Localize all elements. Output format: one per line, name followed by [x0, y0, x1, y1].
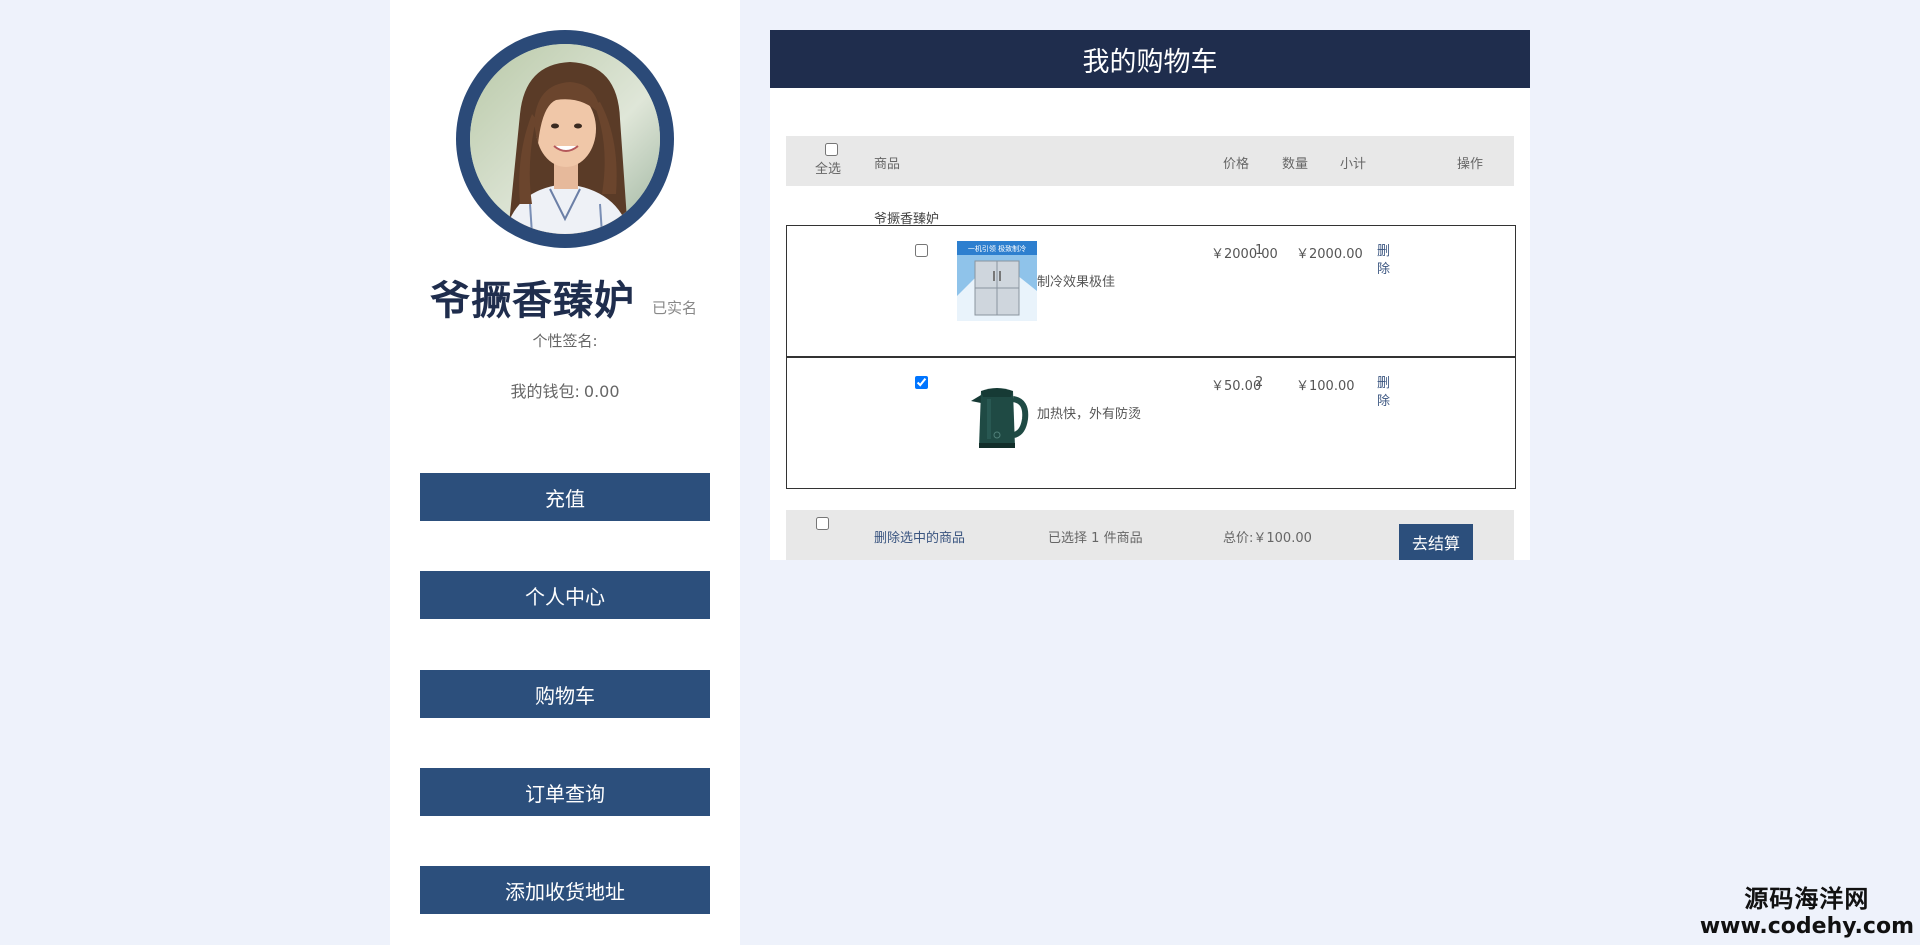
- selected-count-number: 1: [1091, 531, 1100, 546]
- product-subtotal: ￥100.00: [1296, 379, 1355, 394]
- select-all-checkbox[interactable]: [824, 143, 838, 156]
- signature-label: 个性签名:: [532, 332, 598, 350]
- product-price: ￥2000.00: [1211, 247, 1278, 262]
- checkout-button[interactable]: 去结算: [1399, 524, 1473, 560]
- recharge-button[interactable]: 充值: [420, 473, 710, 521]
- username: 爷撅香臻妒: [430, 278, 635, 324]
- cart-item: 加热快，外有防烫 ￥50.00 2 ￥100.00 删除: [786, 357, 1516, 489]
- product-quantity: 2: [1255, 375, 1264, 390]
- wallet-amount: 0.00: [583, 382, 620, 401]
- wallet: 我的钱包: 0.00: [390, 378, 740, 402]
- profile-sidebar: 爷撅香臻妒 已实名 个性签名: 我的钱包: 0.00 充值 个人中心 购物车 订单…: [390, 0, 740, 945]
- cart-panel: 我的购物车 全选 商品 价格 数量 小计 操作 爷撅香臻妒 一机引领 极致制冷: [770, 30, 1530, 560]
- watermark: 源码海洋网 www.codehy.com: [1700, 879, 1914, 939]
- watermark-url: www.codehy.com: [1699, 914, 1914, 939]
- add-address-button[interactable]: 添加收货地址: [420, 866, 710, 914]
- cart-footer: 删除选中的商品 已选择 1 件商品 总价:￥100.00 去结算: [786, 510, 1514, 560]
- selected-suffix: 件商品: [1103, 531, 1143, 546]
- wallet-label: 我的钱包:: [510, 382, 580, 401]
- delete-item-link[interactable]: 删除: [1377, 243, 1393, 279]
- cart-table-header: 全选 商品 价格 数量 小计 操作: [786, 136, 1514, 186]
- header-product: 商品: [874, 157, 901, 172]
- avatar-ring: [456, 30, 674, 248]
- cart-item: 一机引领 极致制冷 制冷效果极佳 ￥2000.00 1 ￥2000.00 删除: [786, 225, 1516, 357]
- item-checkbox[interactable]: [915, 376, 928, 389]
- avatar: [470, 44, 660, 234]
- personal-center-button[interactable]: 个人中心: [420, 571, 710, 619]
- watermark-title: 源码海洋网: [1744, 885, 1870, 913]
- verified-badge: 已实名: [652, 299, 698, 317]
- select-all-label: 全选: [814, 162, 841, 177]
- order-query-button[interactable]: 订单查询: [420, 768, 710, 816]
- delete-selected-link[interactable]: 删除选中的商品: [874, 527, 965, 546]
- shopping-cart-button[interactable]: 购物车: [420, 670, 710, 718]
- product-subtotal: ￥2000.00: [1296, 247, 1363, 262]
- product-quantity: 1: [1255, 243, 1264, 258]
- item-checkbox[interactable]: [915, 244, 928, 257]
- footer-select-all-checkbox[interactable]: [816, 517, 829, 530]
- avatar-photo: [470, 44, 660, 234]
- product-image-caption: 一机引领 极致制冷: [968, 244, 1026, 253]
- total-price: 总价:￥100.00: [1223, 527, 1312, 546]
- select-all: 全选: [814, 143, 846, 177]
- product-description: 制冷效果极佳: [1037, 275, 1116, 290]
- header-quantity: 数量: [1282, 157, 1309, 172]
- selected-prefix: 已选择: [1048, 531, 1088, 546]
- page-title: 我的购物车: [770, 30, 1530, 88]
- header-price: 价格: [1223, 157, 1250, 172]
- product-image-fridge[interactable]: 一机引领 极致制冷: [957, 241, 1037, 321]
- header-action: 操作: [1457, 157, 1484, 172]
- total-label: 总价:: [1223, 531, 1254, 546]
- product-image-kettle[interactable]: [957, 373, 1037, 453]
- product-description: 加热快，外有防烫: [1037, 407, 1142, 422]
- selected-count: 已选择 1 件商品: [1048, 527, 1143, 546]
- header-subtotal: 小计: [1340, 157, 1367, 172]
- delete-item-link[interactable]: 删除: [1377, 375, 1393, 411]
- total-value: ￥100.00: [1253, 531, 1312, 546]
- product-price: ￥50.00: [1211, 379, 1262, 394]
